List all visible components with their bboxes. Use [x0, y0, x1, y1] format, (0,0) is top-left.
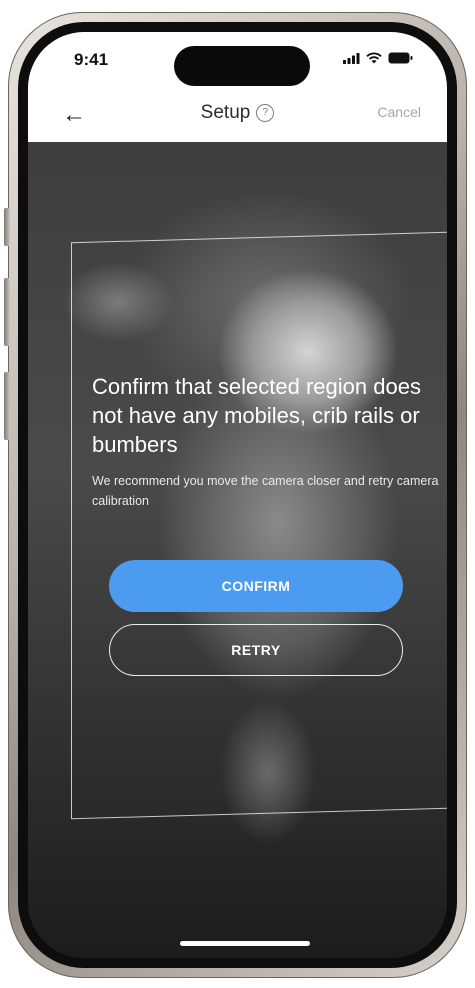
retry-button[interactable]: RETRY [109, 624, 403, 676]
phone-screen: 9:41 ← Setup ? Cancel Confirm that selec… [28, 32, 447, 958]
selected-region-frame [71, 231, 447, 820]
nav-bar: ← Setup ? Cancel [28, 98, 447, 138]
calibration-subtext: We recommend you move the camera closer … [92, 474, 439, 508]
calibration-message: Confirm that selected region does not ha… [92, 372, 442, 511]
volume-down-button [4, 372, 10, 440]
volume-up-button [4, 278, 10, 346]
header: 9:41 ← Setup ? Cancel [28, 32, 447, 142]
dynamic-island [174, 46, 310, 86]
home-indicator[interactable] [180, 941, 310, 946]
cancel-button[interactable]: Cancel [377, 104, 421, 120]
action-button [4, 208, 10, 246]
status-time: 9:41 [74, 50, 109, 69]
status-icons [343, 52, 413, 64]
wifi-icon [366, 52, 382, 64]
page-title: Setup [200, 102, 251, 123]
confirm-button[interactable]: CONFIRM [109, 560, 403, 612]
help-icon[interactable]: ? [256, 104, 275, 122]
signal-icon [343, 52, 360, 64]
phone-bezel: 9:41 ← Setup ? Cancel Confirm that selec… [18, 22, 457, 968]
calibration-headline: Confirm that selected region does not ha… [92, 374, 421, 457]
phone-frame: 9:41 ← Setup ? Cancel Confirm that selec… [4, 12, 467, 978]
battery-icon [388, 52, 413, 64]
